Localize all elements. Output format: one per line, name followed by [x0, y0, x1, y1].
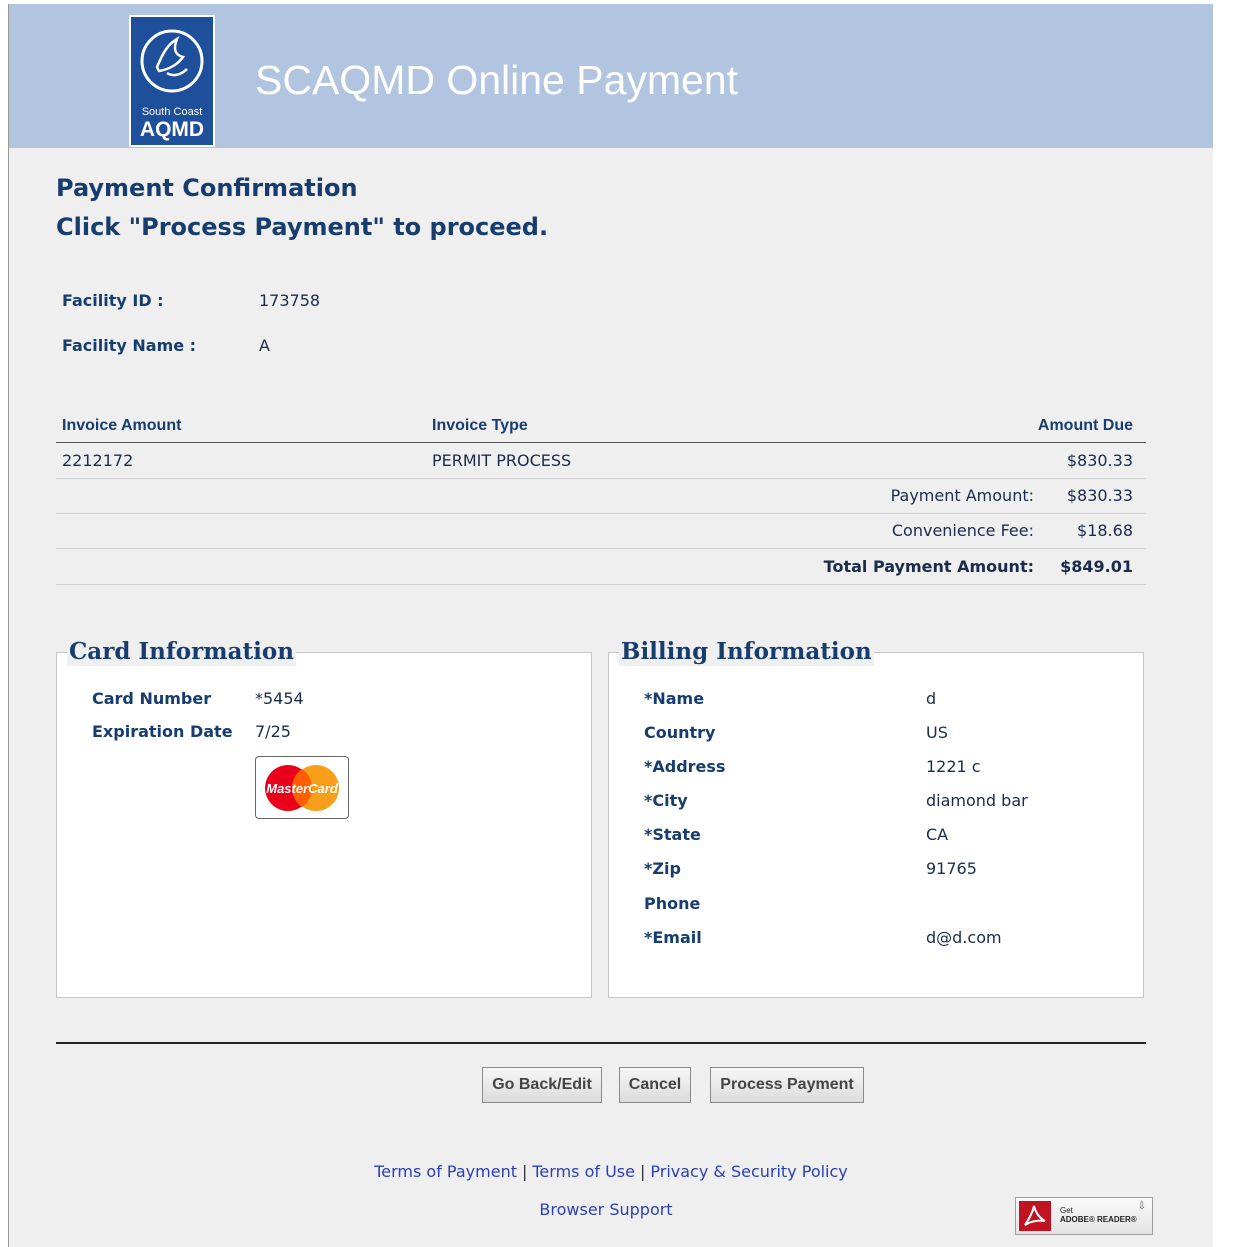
site-header: South Coast AQMD SCAQMD Online Payment [9, 4, 1213, 148]
mastercard-icon: MasterCard [255, 756, 349, 819]
payment-amount-value: $830.33 [1066, 486, 1133, 505]
footer-separator: | [521, 1162, 528, 1181]
col-amount-due: Amount Due [1037, 417, 1133, 434]
expiration-date-value: 7/25 [255, 722, 291, 741]
billing-city-label: *City [644, 791, 688, 810]
convenience-fee-row: Convenience Fee: $18.68 [56, 513, 1146, 549]
adobe-reader-text: ADOBE® READER® [1060, 1215, 1137, 1224]
invoice-type: PERMIT PROCESS [432, 451, 572, 470]
billing-zip-label: *Zip [644, 859, 681, 878]
page-title: Payment Confirmation [56, 174, 358, 202]
billing-country-label: Country [644, 723, 716, 742]
adobe-pdf-icon [1019, 1201, 1051, 1231]
col-invoice-type: Invoice Type [432, 417, 528, 434]
billing-phone-label: Phone [644, 894, 701, 913]
footer-links: Terms of Payment | Terms of Use | Privacy & … [9, 1162, 1213, 1181]
terms-of-use-link[interactable]: Terms of Use [532, 1162, 635, 1181]
expiration-date-label: Expiration Date [92, 722, 233, 741]
payment-amount-label: Payment Amount: [890, 486, 1034, 505]
convenience-fee-label: Convenience Fee: [891, 521, 1034, 540]
billing-name-value: d [926, 689, 937, 708]
facility-name-label: Facility Name : [62, 336, 197, 355]
total-payment-row: Total Payment Amount: $849.01 [56, 549, 1146, 585]
col-invoice-amount: Invoice Amount [62, 417, 182, 434]
total-payment-label: Total Payment Amount: [823, 557, 1034, 576]
get-adobe-reader-badge[interactable]: Get ADOBE® READER® ⇩ [1015, 1197, 1153, 1235]
invoice-number: 2212172 [62, 451, 134, 470]
convenience-fee-value: $18.68 [1077, 521, 1133, 540]
logo-org-text: South Coast [141, 106, 203, 118]
adobe-get-text: Get [1060, 1206, 1073, 1215]
cancel-button[interactable]: Cancel [619, 1067, 691, 1103]
invoice-table-header: Invoice Amount Invoice Type Amount Due [56, 409, 1146, 443]
terms-of-payment-link[interactable]: Terms of Payment [374, 1162, 517, 1181]
site-title: SCAQMD Online Payment [255, 57, 739, 103]
billing-address-label: *Address [644, 757, 726, 776]
process-payment-button[interactable]: Process Payment [710, 1067, 864, 1103]
billing-address-value: 1221 c [926, 757, 981, 776]
amount-due: $830.33 [1066, 451, 1133, 470]
download-arrow-icon: ⇩ [1137, 1201, 1146, 1212]
billing-state-label: *State [644, 825, 701, 844]
actions-divider [56, 1042, 1146, 1044]
footer-separator: | [639, 1162, 646, 1181]
table-row: 2212172 PERMIT PROCESS $830.33 [56, 443, 1146, 479]
page-instruction: Click "Process Payment" to proceed. [56, 213, 549, 241]
payment-amount-row: Payment Amount: $830.33 [56, 478, 1146, 514]
billing-email-value: d@d.com [926, 928, 1002, 947]
billing-name-label: *Name [644, 689, 705, 708]
facility-id-label: Facility ID : [62, 291, 164, 310]
mastercard-logo-text: MasterCard [266, 781, 339, 796]
card-information-title: Card Information [67, 638, 296, 666]
go-back-edit-button[interactable]: Go Back/Edit [482, 1067, 602, 1103]
page-frame: South Coast AQMD SCAQMD Online Payment P… [8, 4, 1213, 1247]
privacy-security-policy-link[interactable]: Privacy & Security Policy [650, 1162, 847, 1181]
total-payment-value: $849.01 [1060, 557, 1133, 576]
billing-information-title: Billing Information [619, 638, 874, 666]
facility-id-value: 173758 [259, 291, 321, 310]
billing-country-value: US [926, 723, 948, 742]
card-number-label: Card Number [92, 689, 212, 708]
billing-email-label: *Email [644, 928, 702, 947]
aqmd-logo[interactable]: South Coast AQMD [129, 15, 215, 147]
billing-state-value: CA [926, 825, 949, 844]
logo-abbr-text: AQMD [139, 118, 205, 141]
billing-city-value: diamond bar [926, 791, 1028, 810]
billing-zip-value: 91765 [926, 859, 977, 878]
card-number-value: *5454 [255, 689, 304, 708]
dove-icon [140, 29, 204, 93]
facility-name-value: A [259, 336, 270, 355]
